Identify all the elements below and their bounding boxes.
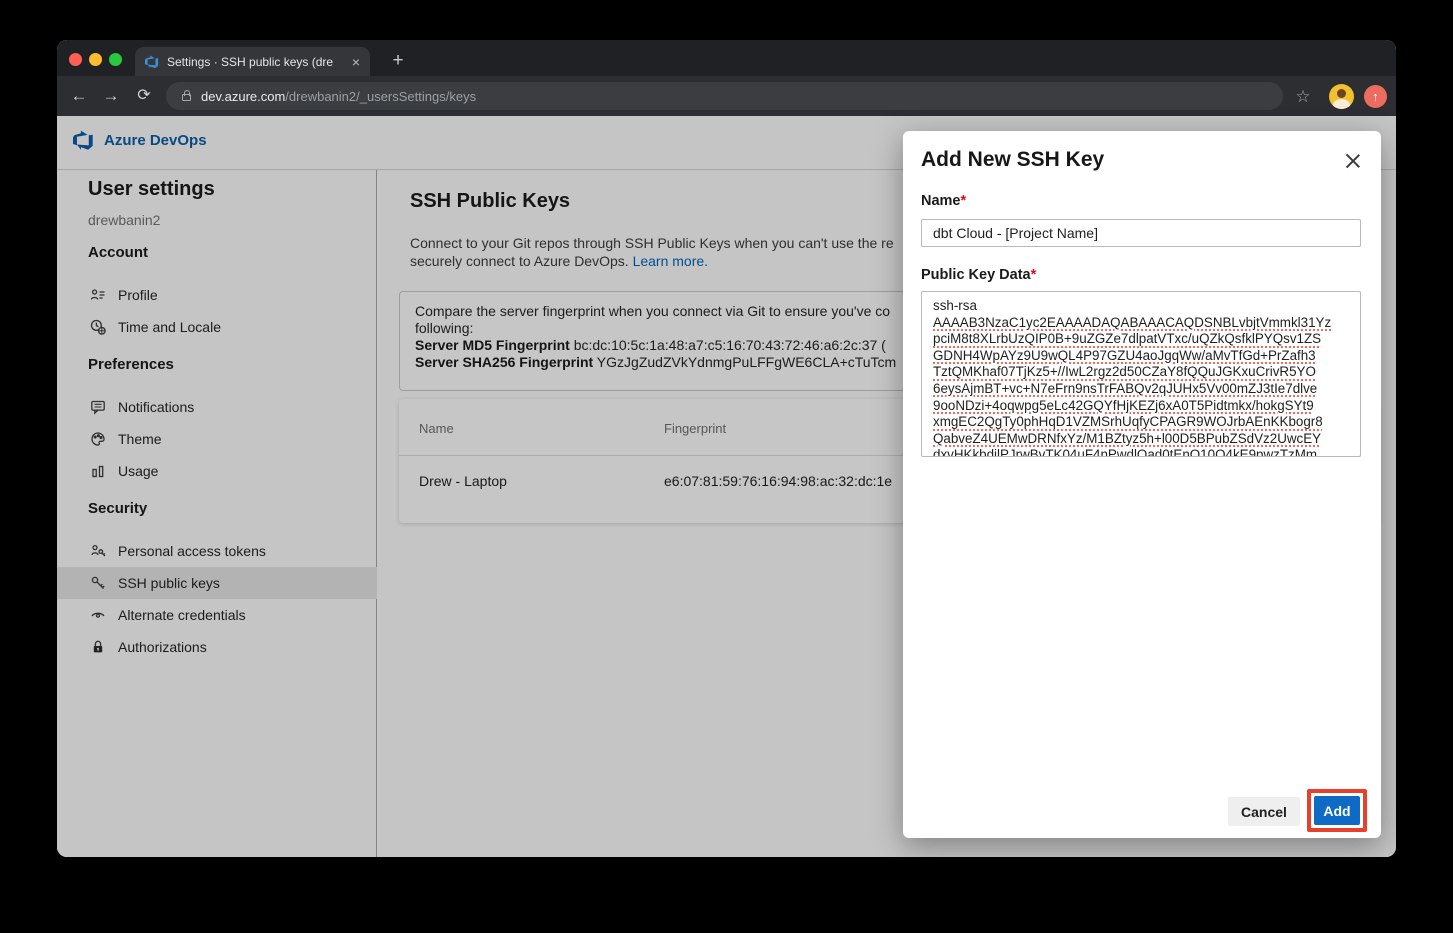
required-asterisk: * [961, 193, 967, 209]
add-button-highlight: Add [1307, 789, 1367, 832]
azure-devops-favicon [145, 55, 159, 69]
tab-close-icon[interactable]: × [352, 55, 360, 69]
browser-tab-bar: Settings · SSH public keys (dre × + [57, 40, 1396, 76]
reload-icon[interactable]: ⟳ [131, 83, 157, 109]
url-path: /drewbanin2/_usersSettings/keys [285, 89, 476, 104]
browser-update-icon[interactable]: ↑ [1364, 85, 1387, 108]
bookmark-star-icon[interactable]: ☆ [1290, 84, 1316, 110]
browser-window: Settings · SSH public keys (dre × + ← → … [57, 40, 1396, 857]
new-tab-button[interactable]: + [385, 48, 411, 74]
back-icon[interactable]: ← [66, 83, 92, 109]
public-key-textarea[interactable]: ssh-rsa AAAAB3NzaC1yc2EAAAADAQABAAACAQDS… [921, 291, 1361, 457]
address-bar[interactable]: dev.azure.com/drewbanin2/_usersSettings/… [166, 82, 1283, 110]
cancel-button[interactable]: Cancel [1228, 797, 1300, 826]
tab-title: Settings · SSH public keys (dre [167, 55, 346, 69]
url-domain: dev.azure.com [201, 89, 285, 104]
window-zoom-button[interactable] [109, 53, 122, 66]
avatar-torso [1333, 99, 1350, 109]
avatar-head [1337, 89, 1346, 98]
window-minimize-button[interactable] [89, 53, 102, 66]
padlock-icon [182, 94, 191, 101]
forward-icon[interactable]: → [98, 83, 124, 109]
browser-tab[interactable]: Settings · SSH public keys (dre × [135, 47, 370, 76]
browser-toolbar: ← → ⟳ dev.azure.com/drewbanin2/_usersSet… [57, 76, 1396, 116]
add-ssh-key-modal: Add New SSH Key Name* Public Key Data* s… [903, 131, 1381, 838]
browser-profile-avatar[interactable] [1329, 84, 1354, 109]
modal-title: Add New SSH Key [921, 148, 1104, 172]
window-close-button[interactable] [69, 53, 82, 66]
desktop-background: Settings · SSH public keys (dre × + ← → … [0, 0, 1453, 933]
required-asterisk: * [1031, 267, 1037, 283]
name-field-label: Name* [921, 193, 966, 209]
close-icon[interactable] [1343, 151, 1363, 171]
name-input[interactable] [921, 219, 1361, 247]
modal-button-row: Cancel Add [903, 786, 1381, 838]
add-button[interactable]: Add [1314, 796, 1360, 825]
public-key-field-label: Public Key Data* [921, 267, 1036, 283]
